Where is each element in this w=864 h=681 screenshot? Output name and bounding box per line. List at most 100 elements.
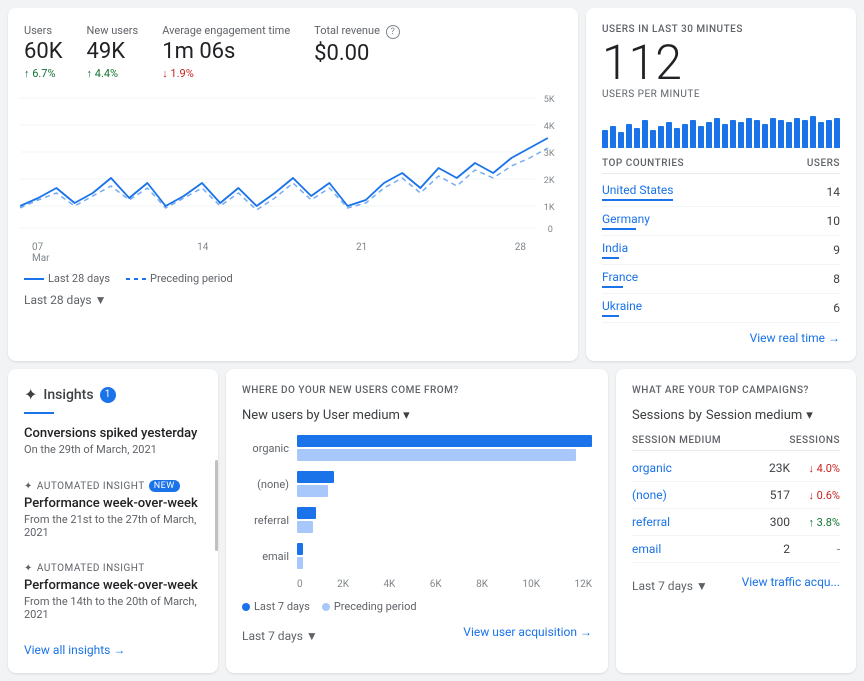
realtime-bar [682, 124, 688, 148]
campaign-medium[interactable]: referral [632, 515, 750, 529]
campaign-medium[interactable]: organic [632, 461, 750, 475]
country-name[interactable]: Ukraine [602, 299, 642, 317]
realtime-bar [666, 122, 672, 148]
campaign-change: - [790, 543, 840, 556]
realtime-countries: United States 14 Germany 10 India 9 Fran… [602, 178, 840, 323]
svg-text:0: 0 [548, 225, 553, 235]
realtime-bar-chart [602, 108, 840, 148]
new-users-date-selector[interactable]: Last 7 days ▼ [242, 629, 318, 643]
bar-chart-x-axis: 02K4K6K8K10K12K [297, 579, 592, 590]
campaign-medium[interactable]: (none) [632, 488, 750, 502]
country-name[interactable]: Germany [602, 212, 650, 230]
insights-card: ✦ Insights 1 Conversions spiked yesterda… [8, 369, 218, 673]
revenue-label: Total revenue ? [314, 24, 399, 39]
automated-label-2: ✦ AUTOMATED INSIGHT [24, 563, 202, 574]
new-users-chart-title[interactable]: New users by User medium ▾ [242, 408, 592, 423]
primary-bar [297, 543, 303, 555]
bar-wrap [297, 471, 592, 497]
scroll-indicator [215, 460, 218, 551]
automated-label-1: ✦ AUTOMATED INSIGHT New [24, 480, 202, 492]
new-users-label: New users [87, 24, 139, 37]
svg-text:2K: 2K [544, 176, 555, 186]
country-users: 14 [827, 185, 841, 199]
realtime-bar [794, 118, 800, 148]
new-users-value: 49K [87, 39, 139, 65]
view-insights-link[interactable]: View all insights → [24, 635, 202, 657]
country-name[interactable]: India [602, 241, 628, 259]
country-users: 6 [833, 301, 840, 315]
realtime-count: 112 [602, 39, 840, 87]
realtime-bar [770, 118, 776, 148]
realtime-country-row: Germany 10 [602, 207, 840, 236]
insight-1-title: Conversions spiked yesterday [24, 426, 202, 441]
primary-bar [297, 507, 316, 519]
secondary-bar [297, 485, 328, 497]
insights-divider [24, 412, 54, 414]
bar-label: email [242, 550, 297, 563]
insights-header: ✦ Insights 1 [24, 385, 202, 404]
new-badge: New [149, 480, 180, 492]
realtime-bar [634, 128, 640, 148]
realtime-bar [602, 130, 608, 148]
realtime-bar [786, 122, 792, 148]
campaigns-section-title: WHAT ARE YOUR TOP CAMPAIGNS? [632, 385, 840, 396]
realtime-bar [626, 124, 632, 148]
realtime-bar [706, 122, 712, 148]
sessions-dropdown[interactable]: Sessions [632, 408, 685, 423]
bar-wrap [297, 543, 592, 569]
medium-dropdown[interactable]: Session medium [706, 408, 802, 423]
view-realtime-link[interactable]: View real time → [602, 331, 840, 345]
campaign-row: organic 23K ↓ 4.0% [632, 455, 840, 482]
primary-bar [297, 435, 592, 447]
svg-text:5K: 5K [544, 95, 555, 105]
realtime-bar [642, 120, 648, 148]
country-name[interactable]: United States [602, 183, 673, 201]
view-traffic-link[interactable]: View traffic acqu... [742, 575, 840, 589]
insights-label: Insights [43, 387, 93, 403]
country-name[interactable]: France [602, 270, 638, 288]
secondary-bar [297, 449, 576, 461]
new-users-bar-chart: organic (none) referral email 02K4K6K8K1… [242, 435, 592, 590]
bar-row: (none) [242, 471, 592, 497]
insights-badge: 1 [100, 387, 116, 403]
insight-item-3: Performance week-over-week From the 14th… [24, 578, 202, 621]
campaign-change: ↓ 4.0% [790, 462, 840, 475]
insight-1-subtitle: On the 29th of March, 2021 [24, 443, 202, 456]
realtime-country-row: France 8 [602, 265, 840, 294]
view-user-acquisition-link[interactable]: View user acquisition → [463, 625, 592, 639]
new-users-card: WHERE DO YOUR NEW USERS COME FROM? New u… [226, 369, 608, 673]
realtime-bar [722, 124, 728, 148]
insight-3-title: Performance week-over-week [24, 578, 202, 593]
help-icon[interactable]: ? [386, 25, 400, 39]
metric-new-users: New users 49K ↑ 4.4% [87, 24, 139, 80]
users-label: Users [24, 24, 63, 37]
new-users-legend: Last 7 days Preceding period [242, 600, 417, 613]
new-users-chart-bottom: Last 7 days Preceding period [242, 600, 592, 613]
country-users: 10 [827, 214, 841, 228]
primary-bar [297, 471, 334, 483]
campaign-sessions: 23K [750, 461, 790, 475]
session-selector: Sessions by Session medium ▾ [632, 408, 840, 423]
campaign-sessions: 300 [750, 515, 790, 529]
realtime-country-row: India 9 [602, 236, 840, 265]
realtime-table-header: TOP COUNTRIES USERS [602, 158, 840, 174]
campaign-medium[interactable]: email [632, 542, 750, 556]
realtime-bar [650, 130, 656, 148]
secondary-bar [297, 557, 303, 569]
campaigns-date-selector[interactable]: Last 7 days ▼ [632, 579, 708, 593]
date-selector[interactable]: Last 28 days ▼ [24, 293, 562, 307]
realtime-country-row: Ukraine 6 [602, 294, 840, 323]
realtime-bar [754, 120, 760, 148]
realtime-bar [738, 122, 744, 148]
insight-2-title: Performance week-over-week [24, 496, 202, 511]
main-metrics-card: Users 60K ↑ 6.7% New users 49K ↑ 4.4% Av… [8, 8, 578, 361]
campaign-change: ↑ 3.8% [790, 516, 840, 529]
primary-dot [242, 603, 250, 611]
engagement-value: 1m 06s [162, 39, 290, 65]
main-chart: 5K 4K 3K 2K 1K 0 [20, 88, 566, 238]
realtime-bar [802, 120, 808, 148]
campaign-row: (none) 517 ↓ 0.6% [632, 482, 840, 509]
metrics-row: Users 60K ↑ 6.7% New users 49K ↑ 4.4% Av… [24, 24, 562, 80]
bar-label: organic [242, 442, 297, 455]
realtime-bar [658, 126, 664, 148]
